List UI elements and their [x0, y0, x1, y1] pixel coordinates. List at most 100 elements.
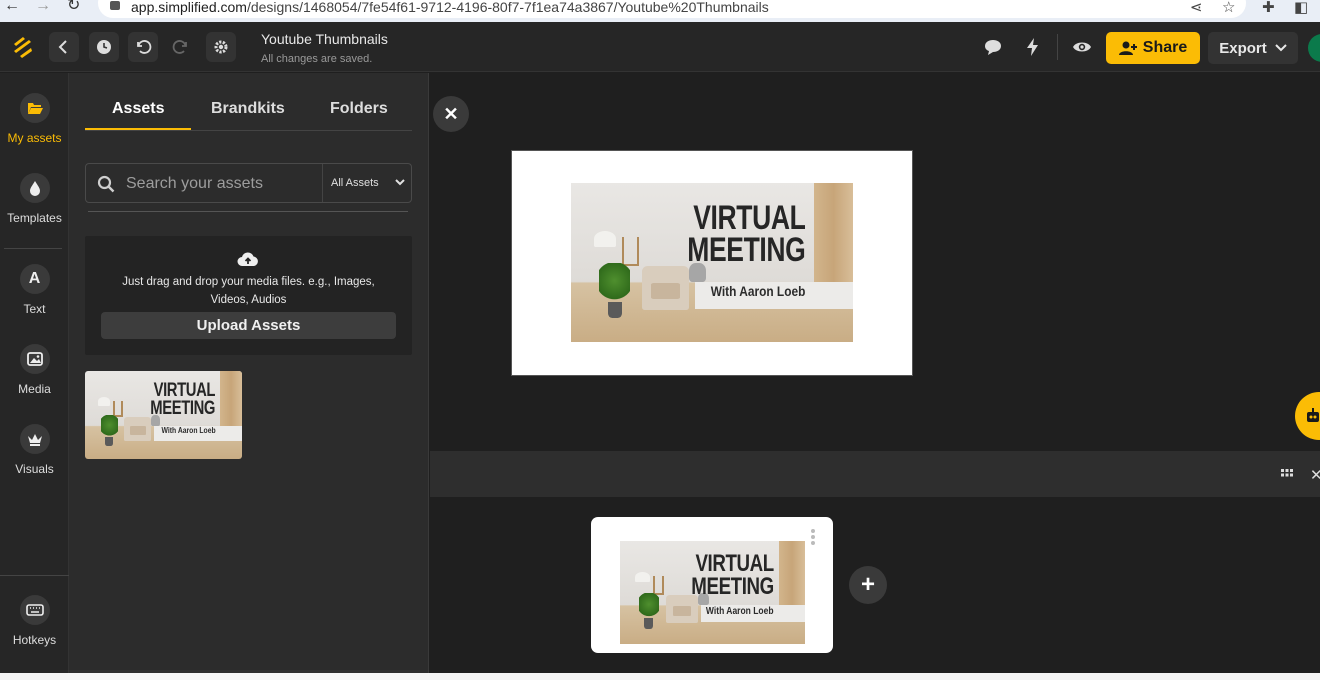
keyboard-icon [19, 595, 50, 625]
gear-icon [214, 40, 228, 54]
rail-label: My assets [7, 131, 62, 145]
side-panel-icon[interactable]: ◧ [1294, 0, 1308, 16]
grid-view-icon[interactable] [1281, 469, 1293, 481]
image-icon [19, 344, 50, 374]
share-page-icon[interactable]: ⋖ [1190, 0, 1203, 16]
plant-shape [638, 592, 659, 622]
add-page-button[interactable]: + [849, 566, 887, 604]
comments-button[interactable] [982, 36, 1004, 58]
rail-divider [0, 575, 69, 576]
rail-item-text[interactable]: A Text [0, 264, 69, 316]
lamp-shape [593, 230, 617, 247]
settings-button[interactable] [206, 32, 236, 62]
close-strip-icon[interactable]: ✕ [1310, 466, 1320, 484]
share-button[interactable]: Share [1106, 32, 1200, 64]
undo-icon [137, 40, 152, 54]
user-avatar[interactable] [1308, 34, 1320, 62]
thumbnail-subline: With Aaron Loeb [705, 605, 774, 617]
address-bar[interactable]: app.simplified.com/designs/1468054/7fe54… [98, 0, 1246, 18]
asset-thumbnail[interactable]: VIRTUAL MEETING With Aaron Loeb [85, 371, 242, 459]
lightning-icon [1027, 38, 1038, 56]
upload-assets-button[interactable]: Upload Assets [101, 312, 396, 339]
lamp-shape [97, 397, 111, 407]
rail-label: Media [18, 382, 51, 396]
rail-item-media[interactable]: Media [0, 344, 69, 396]
bookmark-star-icon[interactable]: ☆ [1222, 0, 1235, 16]
asset-filter-select[interactable]: All Assets [322, 164, 412, 202]
plant-shape [100, 415, 118, 440]
search-icon [97, 175, 115, 193]
chevron-down-icon [1275, 44, 1287, 52]
shelf-shape [621, 237, 639, 266]
add-user-icon [1118, 41, 1137, 55]
toolbar-divider [1057, 34, 1058, 60]
save-status: All changes are saved. [261, 53, 373, 65]
reload-icon[interactable]: ↻ [67, 0, 80, 14]
rail-item-hotkeys[interactable]: Hotkeys [0, 595, 69, 647]
robot-icon [1307, 408, 1319, 422]
chevron-left-icon [58, 40, 67, 54]
thumbnail-artwork: VIRTUAL MEETING With Aaron Loeb [620, 541, 805, 644]
wood-panel [220, 371, 242, 426]
canvas-page[interactable]: VIRTUAL MEETING With Aaron Loeb [511, 150, 913, 376]
page-thumbnail-image: VIRTUAL MEETING With Aaron Loeb [620, 541, 805, 644]
text-icon: A [19, 264, 50, 294]
close-panel-button[interactable]: ✕ [433, 96, 469, 132]
rail-label: Templates [7, 211, 62, 225]
redo-button[interactable] [166, 32, 196, 62]
thumbnail-subline: With Aaron Loeb [710, 283, 806, 300]
history-button[interactable] [89, 32, 119, 62]
document-title[interactable]: Youtube Thumbnails [261, 31, 388, 47]
redo-icon [172, 40, 187, 54]
tab-brandkits[interactable]: Brandkits [211, 100, 285, 118]
back-button[interactable] [49, 32, 79, 62]
rail-label: Visuals [15, 462, 54, 476]
tabs-divider [85, 130, 412, 131]
pot-shape [607, 302, 622, 319]
canvas-thumbnail-image[interactable]: VIRTUAL MEETING With Aaron Loeb [571, 183, 853, 342]
cloud-upload-icon [237, 252, 258, 266]
rail-item-visuals[interactable]: Visuals [0, 424, 69, 476]
export-label: Export [1219, 39, 1267, 57]
search-input[interactable] [126, 172, 316, 196]
lock-icon [110, 1, 120, 10]
asset-search: All Assets [85, 163, 412, 203]
undo-button[interactable] [128, 32, 158, 62]
pages-toolbar [430, 451, 1320, 497]
magic-button[interactable] [1022, 36, 1044, 58]
chevron-down-icon [395, 179, 405, 186]
rail-item-templates[interactable]: Templates [0, 173, 69, 225]
editor-toolbar: Youtube Thumbnails All changes are saved… [0, 22, 1320, 72]
wood-panel [779, 541, 805, 605]
page-options-icon[interactable] [811, 529, 815, 545]
simplified-logo-icon[interactable] [10, 34, 36, 60]
pot-shape [105, 437, 114, 446]
crown-icon [19, 424, 50, 454]
comment-bubble-icon [985, 40, 1001, 55]
rail-item-my-assets[interactable]: My assets [0, 93, 69, 145]
tab-assets[interactable]: Assets [112, 100, 164, 118]
footer-strip [0, 673, 1320, 680]
thumbnail-artwork: VIRTUAL MEETING With Aaron Loeb [571, 183, 853, 342]
plant-shape [599, 262, 631, 308]
extensions-icon[interactable]: ✚ [1262, 0, 1275, 16]
armchair-shape [124, 416, 151, 442]
active-tab-indicator [85, 128, 191, 130]
thumbnail-headline: VIRTUAL MEETING [691, 550, 774, 601]
forward-arrow-icon[interactable]: → [35, 0, 51, 14]
rail-divider [4, 248, 62, 249]
search-divider [88, 211, 408, 212]
back-arrow-icon[interactable]: ← [4, 0, 20, 14]
page-card[interactable]: VIRTUAL MEETING With Aaron Loeb [591, 517, 833, 653]
preview-button[interactable] [1071, 36, 1093, 58]
url-text: app.simplified.com/designs/1468054/7fe54… [131, 0, 769, 15]
share-label: Share [1142, 39, 1188, 56]
dropzone-hint: Just drag and drop your media files. e.g… [122, 276, 375, 306]
rail-label: Text [23, 302, 46, 316]
tab-folders[interactable]: Folders [330, 100, 388, 118]
export-button[interactable]: Export [1208, 32, 1298, 64]
rail-label: Hotkeys [12, 633, 57, 647]
upload-dropzone[interactable]: Just drag and drop your media files. e.g… [85, 236, 412, 355]
folder-open-icon [19, 93, 50, 123]
armchair-shape [641, 265, 690, 311]
